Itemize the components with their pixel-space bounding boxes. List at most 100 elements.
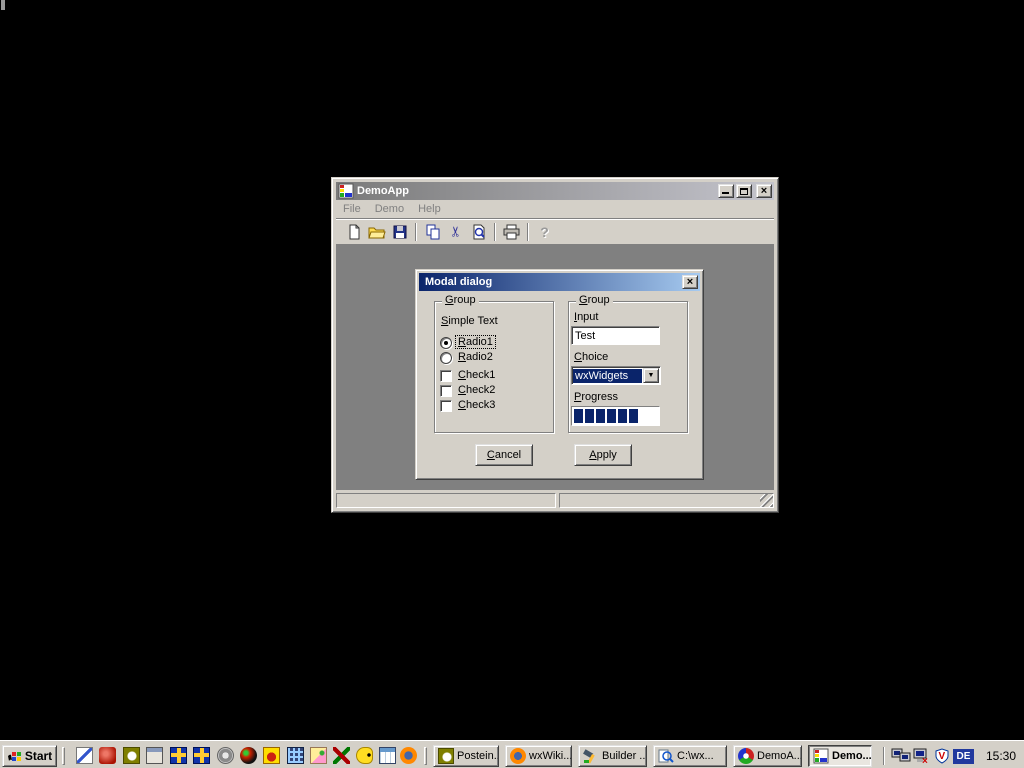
quicklaunch-fish-icon[interactable]	[356, 747, 373, 764]
statusbar-pane-2	[559, 493, 774, 508]
quicklaunch-gripper[interactable]	[62, 747, 65, 765]
group-label: Group	[442, 294, 479, 306]
taskbar-button-explorer[interactable]: C:\wx...	[653, 745, 727, 767]
demoapp-icon	[338, 183, 354, 199]
desktop-artifact	[1, 0, 5, 10]
check1-box[interactable]	[440, 370, 452, 382]
search-icon	[658, 748, 674, 764]
menu-help[interactable]: Help	[411, 201, 448, 217]
cancel-button[interactable]: Cancel	[475, 444, 533, 466]
quicklaunch-dark-ball-icon[interactable]	[240, 747, 257, 764]
olive-clock-icon	[438, 748, 454, 764]
color-swirl-icon	[738, 748, 754, 764]
taskbar-button-wxwiki[interactable]: wxWiki...	[505, 745, 572, 767]
quicklaunch-gray-ring-icon[interactable]	[217, 747, 234, 764]
maximize-button[interactable]	[736, 184, 752, 198]
check3-label[interactable]: Check3	[458, 399, 495, 411]
dialog-titlebar[interactable]: Modal dialog ×	[419, 273, 700, 291]
modal-dialog: Modal dialog × Group Simple Text Radio1 …	[415, 269, 704, 480]
statusbar	[336, 491, 774, 508]
apply-button[interactable]: Apply	[574, 444, 632, 466]
radio1-label[interactable]: Radio1	[456, 336, 495, 348]
check1-label[interactable]: Check1	[458, 369, 495, 381]
quicklaunch-table-icon[interactable]	[379, 747, 396, 764]
combobox-value: wxWidgets	[573, 369, 642, 383]
cut-icon[interactable]: ✂	[444, 221, 467, 243]
close-button[interactable]: ×	[756, 184, 772, 198]
quicklaunch-red-app-icon[interactable]	[99, 747, 116, 764]
close-icon: ×	[761, 186, 767, 197]
toolbar: ✂ ?	[336, 218, 774, 244]
svg-text:×: ×	[922, 756, 928, 765]
print-preview-icon[interactable]	[467, 221, 490, 243]
start-button[interactable]: Start	[2, 745, 57, 767]
quicklaunch-yellow-flame-icon[interactable]	[263, 747, 280, 764]
quicklaunch-calculator-icon[interactable]	[287, 747, 304, 764]
group-box-right: Group Input Choice wxWidgets ▼ Progress	[568, 301, 688, 433]
quicklaunch-firefox-icon[interactable]	[400, 747, 417, 764]
static-text: Simple Text	[441, 315, 498, 327]
taskbar-button-posteingang[interactable]: Postein...	[433, 745, 499, 767]
group-box-left: Group Simple Text Radio1 Radio2 Check1 C…	[434, 301, 554, 433]
chevron-down-icon[interactable]: ▼	[643, 368, 659, 383]
radio2-button[interactable]	[440, 352, 452, 364]
quicklaunch-blue-figure-icon[interactable]	[170, 747, 187, 764]
toolbar-separator	[527, 223, 529, 241]
dialog-close-button[interactable]: ×	[682, 275, 698, 289]
radio1-button[interactable]	[440, 337, 452, 349]
hammer-icon	[583, 748, 599, 764]
input-label: Input	[574, 311, 598, 323]
start-label: Start	[25, 749, 52, 763]
radio2-label[interactable]: Radio2	[458, 351, 493, 363]
choice-combobox[interactable]: wxWidgets ▼	[571, 366, 661, 385]
quicklaunch-blue-figure-icon[interactable]	[193, 747, 210, 764]
taskbar-button-demoapp-project[interactable]: DemoA...	[733, 745, 802, 767]
menu-file[interactable]: File	[336, 201, 368, 217]
print-icon[interactable]	[500, 221, 523, 243]
toolbar-separator	[415, 223, 417, 241]
quicklaunch-note-editor-icon[interactable]	[76, 747, 93, 764]
statusbar-pane-1	[336, 493, 556, 508]
maximize-icon	[740, 188, 748, 195]
resize-grip[interactable]	[760, 494, 773, 507]
menubar: File Demo Help	[336, 200, 774, 218]
desktop: DemoApp × File Demo Help ✂ ?	[0, 0, 1024, 768]
app-window-title: DemoApp	[357, 185, 716, 197]
help-icon[interactable]: ?	[533, 221, 556, 243]
check2-box[interactable]	[440, 385, 452, 397]
tray-clock[interactable]: 15:30	[986, 749, 1016, 763]
windows-logo-icon	[7, 750, 22, 763]
progress-label: Progress	[574, 391, 618, 403]
new-document-icon[interactable]	[342, 221, 365, 243]
language-indicator[interactable]: DE	[953, 749, 974, 764]
choice-label: Choice	[574, 351, 608, 363]
progress-bar	[571, 406, 660, 426]
group-label: Group	[576, 294, 613, 306]
quicklaunch-image-icon[interactable]	[310, 747, 327, 764]
app-titlebar[interactable]: DemoApp ×	[336, 182, 774, 200]
quicklaunch-window-paper-icon[interactable]	[146, 747, 163, 764]
close-icon: ×	[687, 277, 693, 288]
check2-label[interactable]: Check2	[458, 384, 495, 396]
dialog-title: Modal dialog	[425, 276, 680, 288]
network-disconnected-icon[interactable]: ×	[913, 748, 931, 765]
toolbar-separator	[494, 223, 496, 241]
quicklaunch-red-green-x-icon[interactable]	[333, 747, 350, 764]
taskbar-button-demoapp-active[interactable]: Demo...	[808, 745, 872, 767]
menu-demo[interactable]: Demo	[368, 201, 411, 217]
taskbar-button-builder[interactable]: Builder ...	[578, 745, 647, 767]
taskbar-gripper[interactable]	[424, 747, 427, 765]
system-tray: × V DE 15:30	[891, 745, 1016, 767]
taskbar: Start Postein... wxWiki... Builder ...	[0, 740, 1024, 768]
input-field[interactable]	[571, 326, 660, 345]
tray-divider	[883, 747, 885, 765]
firefox-icon	[510, 748, 526, 764]
copy-icon[interactable]	[421, 221, 444, 243]
quicklaunch-olive-clock-icon[interactable]	[123, 747, 140, 764]
check3-box[interactable]	[440, 400, 452, 412]
save-icon[interactable]	[388, 221, 411, 243]
network-computers-icon[interactable]	[891, 748, 911, 764]
open-folder-icon[interactable]	[365, 221, 388, 243]
minimize-button[interactable]	[718, 184, 734, 198]
antivirus-shield-icon[interactable]: V	[935, 748, 949, 764]
